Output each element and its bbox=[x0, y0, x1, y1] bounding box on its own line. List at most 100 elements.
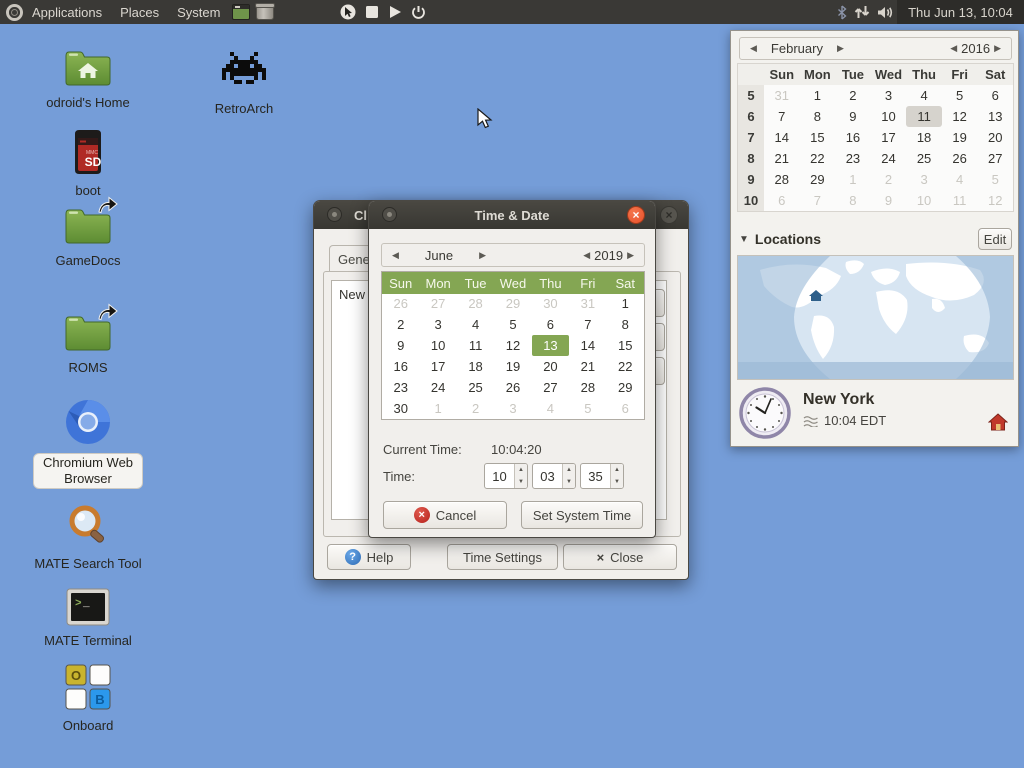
calendar-day[interactable]: 5 bbox=[977, 169, 1013, 190]
calendar-day[interactable]: 23 bbox=[382, 377, 419, 398]
desktop-icon-terminal[interactable]: >_ MATE Terminal bbox=[18, 588, 158, 649]
calendar-day[interactable]: 9 bbox=[382, 335, 419, 356]
spin-down-icon[interactable]: ▼ bbox=[611, 476, 623, 488]
calendar-day[interactable]: 2 bbox=[871, 169, 907, 190]
desktop-icon-chromium[interactable]: Chromium Web Browser bbox=[18, 398, 158, 489]
calendar-day[interactable]: 28 bbox=[457, 293, 494, 314]
calendar-day[interactable]: 19 bbox=[942, 127, 978, 148]
calendar-day[interactable]: 20 bbox=[977, 127, 1013, 148]
calendar-day[interactable]: 31 bbox=[569, 293, 606, 314]
calendar-day[interactable]: 1 bbox=[607, 293, 644, 314]
window-menu-icon[interactable] bbox=[327, 207, 342, 222]
calendar-day[interactable]: 23 bbox=[835, 148, 871, 169]
desktop-icon-retroarch[interactable]: RetroArch bbox=[174, 48, 314, 117]
desktop-icon-roms[interactable]: ROMS bbox=[18, 313, 158, 376]
next-month-arrow-icon[interactable]: ▶ bbox=[475, 250, 490, 261]
calendar-day[interactable]: 22 bbox=[800, 148, 836, 169]
calendar-day[interactable]: 17 bbox=[871, 127, 907, 148]
calendar-day[interactable]: 4 bbox=[942, 169, 978, 190]
calendar-day[interactable]: 11 bbox=[906, 106, 942, 127]
calendar-day[interactable]: 26 bbox=[942, 148, 978, 169]
calendar-day[interactable]: 29 bbox=[494, 293, 531, 314]
calendar-day[interactable]: 12 bbox=[942, 106, 978, 127]
help-button[interactable]: ? Help bbox=[327, 544, 411, 570]
calendar-day[interactable]: 29 bbox=[800, 169, 836, 190]
play-icon[interactable] bbox=[388, 5, 402, 19]
window-menu-icon[interactable] bbox=[382, 207, 397, 222]
bluetooth-icon[interactable] bbox=[837, 5, 847, 20]
calendar-day[interactable]: 5 bbox=[942, 85, 978, 106]
calendar-day[interactable]: 3 bbox=[494, 398, 531, 419]
calendar-day[interactable]: 3 bbox=[871, 85, 907, 106]
calendar-day[interactable]: 1 bbox=[835, 169, 871, 190]
clock-applet[interactable]: Thu Jun 13, 10:04 bbox=[897, 0, 1024, 24]
calendar-day[interactable]: 6 bbox=[532, 314, 569, 335]
calendar-day[interactable]: 25 bbox=[457, 377, 494, 398]
location-row-new-york[interactable]: New York 10:04 EDT bbox=[739, 387, 1012, 443]
calendar-day[interactable]: 28 bbox=[764, 169, 800, 190]
calendar-day[interactable]: 27 bbox=[419, 293, 456, 314]
calendar-day[interactable]: 26 bbox=[382, 293, 419, 314]
calendar-day[interactable]: 4 bbox=[532, 398, 569, 419]
spin-up-icon[interactable]: ▲ bbox=[515, 464, 527, 476]
cancel-button[interactable]: × Cancel bbox=[383, 501, 507, 529]
calendar-day[interactable]: 8 bbox=[800, 106, 836, 127]
desktop-icon-gamedocs[interactable]: GameDocs bbox=[18, 206, 158, 269]
calendar-day[interactable]: 18 bbox=[906, 127, 942, 148]
set-system-time-button[interactable]: Set System Time bbox=[521, 501, 643, 529]
calendar-day[interactable]: 21 bbox=[764, 148, 800, 169]
calendar-day[interactable]: 27 bbox=[977, 148, 1013, 169]
trash-icon[interactable] bbox=[256, 4, 274, 20]
edit-locations-button[interactable]: Edit bbox=[978, 228, 1012, 250]
close-button[interactable]: × Close bbox=[563, 544, 677, 570]
calendar-day[interactable]: 10 bbox=[906, 190, 942, 211]
calendar-day[interactable]: 6 bbox=[764, 190, 800, 211]
calendar-day[interactable]: 21 bbox=[569, 356, 606, 377]
locations-disclosure-icon[interactable]: ▼ bbox=[739, 234, 749, 245]
calendar-day[interactable]: 28 bbox=[569, 377, 606, 398]
next-year-arrow-icon[interactable]: ▶ bbox=[623, 250, 638, 261]
calendar-day[interactable]: 20 bbox=[532, 356, 569, 377]
desktop-icon-boot[interactable]: SDMMC boot bbox=[18, 128, 158, 199]
calendar-day[interactable]: 3 bbox=[906, 169, 942, 190]
prev-month-arrow-icon[interactable]: ◀ bbox=[746, 43, 761, 54]
calendar-day[interactable]: 25 bbox=[906, 148, 942, 169]
desktop-icon-home[interactable]: odroid's Home bbox=[18, 48, 158, 111]
menu-system[interactable]: System bbox=[168, 0, 229, 24]
pointer-status-icon[interactable] bbox=[340, 4, 356, 20]
calendar-day[interactable]: 5 bbox=[494, 314, 531, 335]
calendar-day[interactable]: 7 bbox=[569, 314, 606, 335]
calendar-day[interactable]: 9 bbox=[835, 106, 871, 127]
prev-year-arrow-icon[interactable]: ◀ bbox=[579, 250, 594, 261]
hours-spinner[interactable]: 10 ▲▼ bbox=[484, 463, 528, 489]
calendar-day[interactable]: 17 bbox=[419, 356, 456, 377]
calendar-day[interactable]: 13 bbox=[977, 106, 1013, 127]
calendar-day[interactable]: 29 bbox=[607, 377, 644, 398]
calendar-day[interactable]: 9 bbox=[871, 190, 907, 211]
calendar-day[interactable]: 2 bbox=[835, 85, 871, 106]
calendar-day[interactable]: 2 bbox=[457, 398, 494, 419]
calendar-day[interactable]: 14 bbox=[569, 335, 606, 356]
calendar-day[interactable]: 30 bbox=[382, 398, 419, 419]
calendar-day[interactable]: 1 bbox=[800, 85, 836, 106]
desktop-icon-onboard[interactable]: OB Onboard bbox=[18, 663, 158, 734]
calendar-day[interactable]: 8 bbox=[607, 314, 644, 335]
desktop-icon-search[interactable]: MATE Search Tool bbox=[18, 503, 158, 572]
time-settings-button[interactable]: Time Settings bbox=[447, 544, 558, 570]
close-window-icon[interactable]: × bbox=[660, 206, 678, 224]
close-dialog-icon[interactable]: × bbox=[627, 206, 645, 224]
calendar-day[interactable]: 12 bbox=[494, 335, 531, 356]
calendar-day[interactable]: 6 bbox=[977, 85, 1013, 106]
next-year-arrow-icon[interactable]: ▶ bbox=[990, 43, 1005, 54]
calendar-day[interactable]: 6 bbox=[607, 398, 644, 419]
seconds-spinner[interactable]: 35 ▲▼ bbox=[580, 463, 624, 489]
mate-menu-logo-icon[interactable] bbox=[6, 4, 23, 21]
spin-down-icon[interactable]: ▼ bbox=[515, 476, 527, 488]
calendar-day[interactable]: 24 bbox=[419, 377, 456, 398]
calendar-day[interactable]: 12 bbox=[977, 190, 1013, 211]
prev-month-arrow-icon[interactable]: ◀ bbox=[388, 250, 403, 261]
calendar-day[interactable]: 15 bbox=[800, 127, 836, 148]
calendar-day[interactable]: 31 bbox=[764, 85, 800, 106]
calendar-day[interactable]: 30 bbox=[532, 293, 569, 314]
calendar-day[interactable]: 26 bbox=[494, 377, 531, 398]
